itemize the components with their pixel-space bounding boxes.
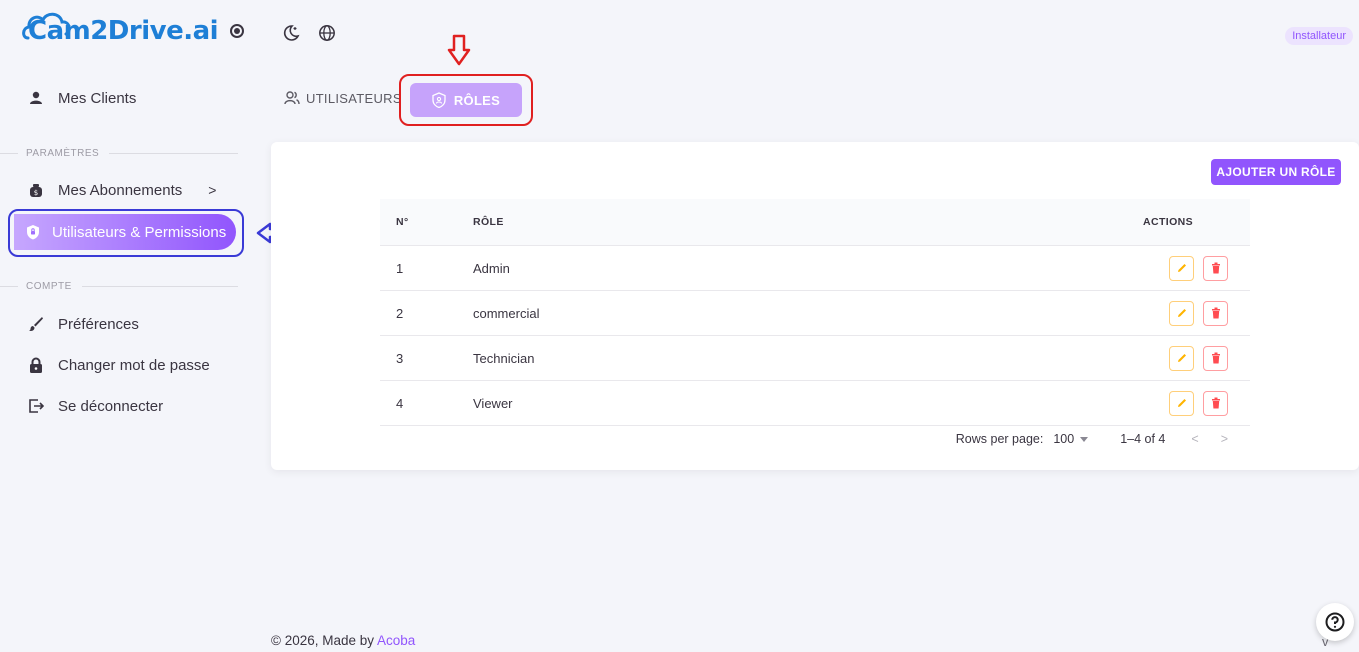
row-num: 2: [396, 305, 404, 321]
sidebar-item-clients[interactable]: Mes Clients: [28, 84, 136, 112]
pencil-icon: [1177, 309, 1186, 317]
shield-icon: [26, 224, 42, 240]
trash-icon: [1211, 307, 1220, 319]
table-row: 1 Admin: [380, 246, 1250, 291]
column-header-num[interactable]: N°: [380, 216, 473, 228]
column-header-role[interactable]: RÔLE: [473, 216, 1100, 228]
pagination-nav: < >: [1191, 432, 1228, 446]
row-num: 3: [396, 350, 404, 366]
rows-per-page-label: Rows per page:: [955, 432, 1044, 446]
sidebar-item-change-password[interactable]: Changer mot de passe: [28, 351, 210, 379]
pencil-icon: [1177, 354, 1186, 362]
theme-toggle-icon[interactable]: [282, 24, 300, 47]
sidebar-item-label: Mes Abonnements: [58, 181, 183, 199]
tab-label: UTILISATEURS: [306, 90, 402, 106]
brand[interactable]: Cam2Drive.ai: [22, 12, 245, 46]
table-row: 2 commercial: [380, 291, 1250, 336]
sidebar-item-preferences[interactable]: Préférences: [28, 310, 139, 338]
add-role-button[interactable]: AJOUTER UN RÔLE: [1211, 159, 1341, 185]
user-icon: [28, 90, 44, 106]
row-role: Admin: [473, 260, 510, 276]
shield-icon: [432, 92, 446, 108]
trash-icon: [1211, 352, 1220, 364]
edit-button[interactable]: [1169, 300, 1194, 326]
brush-icon: [28, 316, 44, 332]
roles-card: AJOUTER UN RÔLE N° RÔLE ACTIONS 1 Admin …: [271, 142, 1359, 470]
delete-button[interactable]: [1203, 345, 1228, 371]
column-header-label: ACTIONS: [1143, 216, 1194, 228]
annotation-red-arrow: [447, 34, 471, 66]
trash-icon: [1211, 262, 1220, 274]
edit-button[interactable]: [1169, 255, 1194, 281]
roles-table: N° RÔLE ACTIONS 1 Admin 2 commercial 3 T…: [380, 199, 1250, 426]
delete-button[interactable]: [1203, 390, 1228, 416]
tab-roles[interactable]: RÔLES: [410, 83, 522, 117]
language-globe-icon[interactable]: [318, 24, 336, 47]
edit-button[interactable]: [1169, 345, 1194, 371]
sidebar-item-label: Utilisateurs & Permissions: [52, 223, 227, 241]
section-label: COMPTE: [26, 281, 72, 292]
help-button[interactable]: [1316, 603, 1354, 641]
edit-button[interactable]: [1169, 390, 1194, 416]
table-header: N° RÔLE ACTIONS: [380, 199, 1250, 246]
row-actions: [1100, 300, 1250, 326]
logo: Cam2Drive.ai: [22, 12, 219, 46]
row-actions: [1100, 345, 1250, 371]
column-header-actions: ACTIONS: [1100, 216, 1250, 228]
section-parametres: PARAMÈTRES: [0, 148, 238, 159]
trash-icon: [1211, 397, 1220, 409]
sidebar: Cam2Drive.ai Mes Clients PARAMÈTRES $ Me…: [0, 0, 258, 652]
users-icon: [284, 90, 300, 106]
svg-text:$: $: [34, 189, 38, 197]
row-role: commercial: [473, 305, 540, 321]
next-page-button[interactable]: >: [1221, 432, 1228, 446]
tab-label: RÔLES: [453, 92, 501, 108]
rows-per-page-value: 100: [1053, 432, 1075, 446]
help-icon: [1325, 612, 1345, 632]
table-row: 4 Viewer: [380, 381, 1250, 426]
tab-users[interactable]: UTILISATEURS: [284, 90, 402, 106]
footer: © 2026, Made by Acoba: [271, 633, 415, 648]
prev-page-button[interactable]: <: [1191, 432, 1198, 446]
delete-button[interactable]: [1203, 300, 1228, 326]
section-compte: COMPTE: [0, 281, 238, 292]
sidebar-item-users-permissions[interactable]: Utilisateurs & Permissions: [14, 214, 236, 250]
sidebar-toggle-icon[interactable]: [230, 24, 245, 38]
row-role: Technician: [473, 350, 535, 366]
row-num: 1: [396, 260, 404, 276]
rows-per-page-select[interactable]: 100: [1053, 432, 1089, 446]
lock-icon: [28, 357, 44, 373]
table-pagination: Rows per page: 100 1–4 of 4 < >: [380, 432, 1250, 446]
sidebar-item-logout[interactable]: Se déconnecter: [28, 392, 163, 420]
sidebar-item-label: Mes Clients: [58, 89, 137, 107]
table-row: 3 Technician: [380, 336, 1250, 381]
row-actions: [1100, 390, 1250, 416]
sidebar-item-subscriptions[interactable]: $ Mes Abonnements >: [28, 176, 216, 204]
caret-down-icon: [1080, 436, 1089, 442]
footer-copyright: © 2026, Made by: [271, 633, 375, 648]
row-actions: [1100, 255, 1250, 281]
chevron-right-icon: >: [208, 182, 217, 198]
logout-icon: [28, 398, 44, 414]
pencil-icon: [1177, 264, 1186, 272]
sidebar-item-label: Se déconnecter: [58, 397, 164, 415]
sidebar-item-label: Changer mot de passe: [58, 356, 210, 374]
delete-button[interactable]: [1203, 255, 1228, 281]
money-bag-icon: $: [28, 182, 44, 198]
pagination-range: 1–4 of 4: [1120, 432, 1166, 446]
role-badge: Installateur: [1285, 27, 1353, 45]
footer-company-link[interactable]: Acoba: [377, 633, 415, 648]
pencil-icon: [1177, 399, 1186, 407]
row-num: 4: [396, 395, 404, 411]
section-label: PARAMÈTRES: [26, 148, 100, 159]
cloud-icon: [22, 12, 71, 40]
row-role: Viewer: [473, 395, 513, 411]
sidebar-item-label: Préférences: [58, 315, 139, 333]
top-icons: [282, 24, 336, 47]
